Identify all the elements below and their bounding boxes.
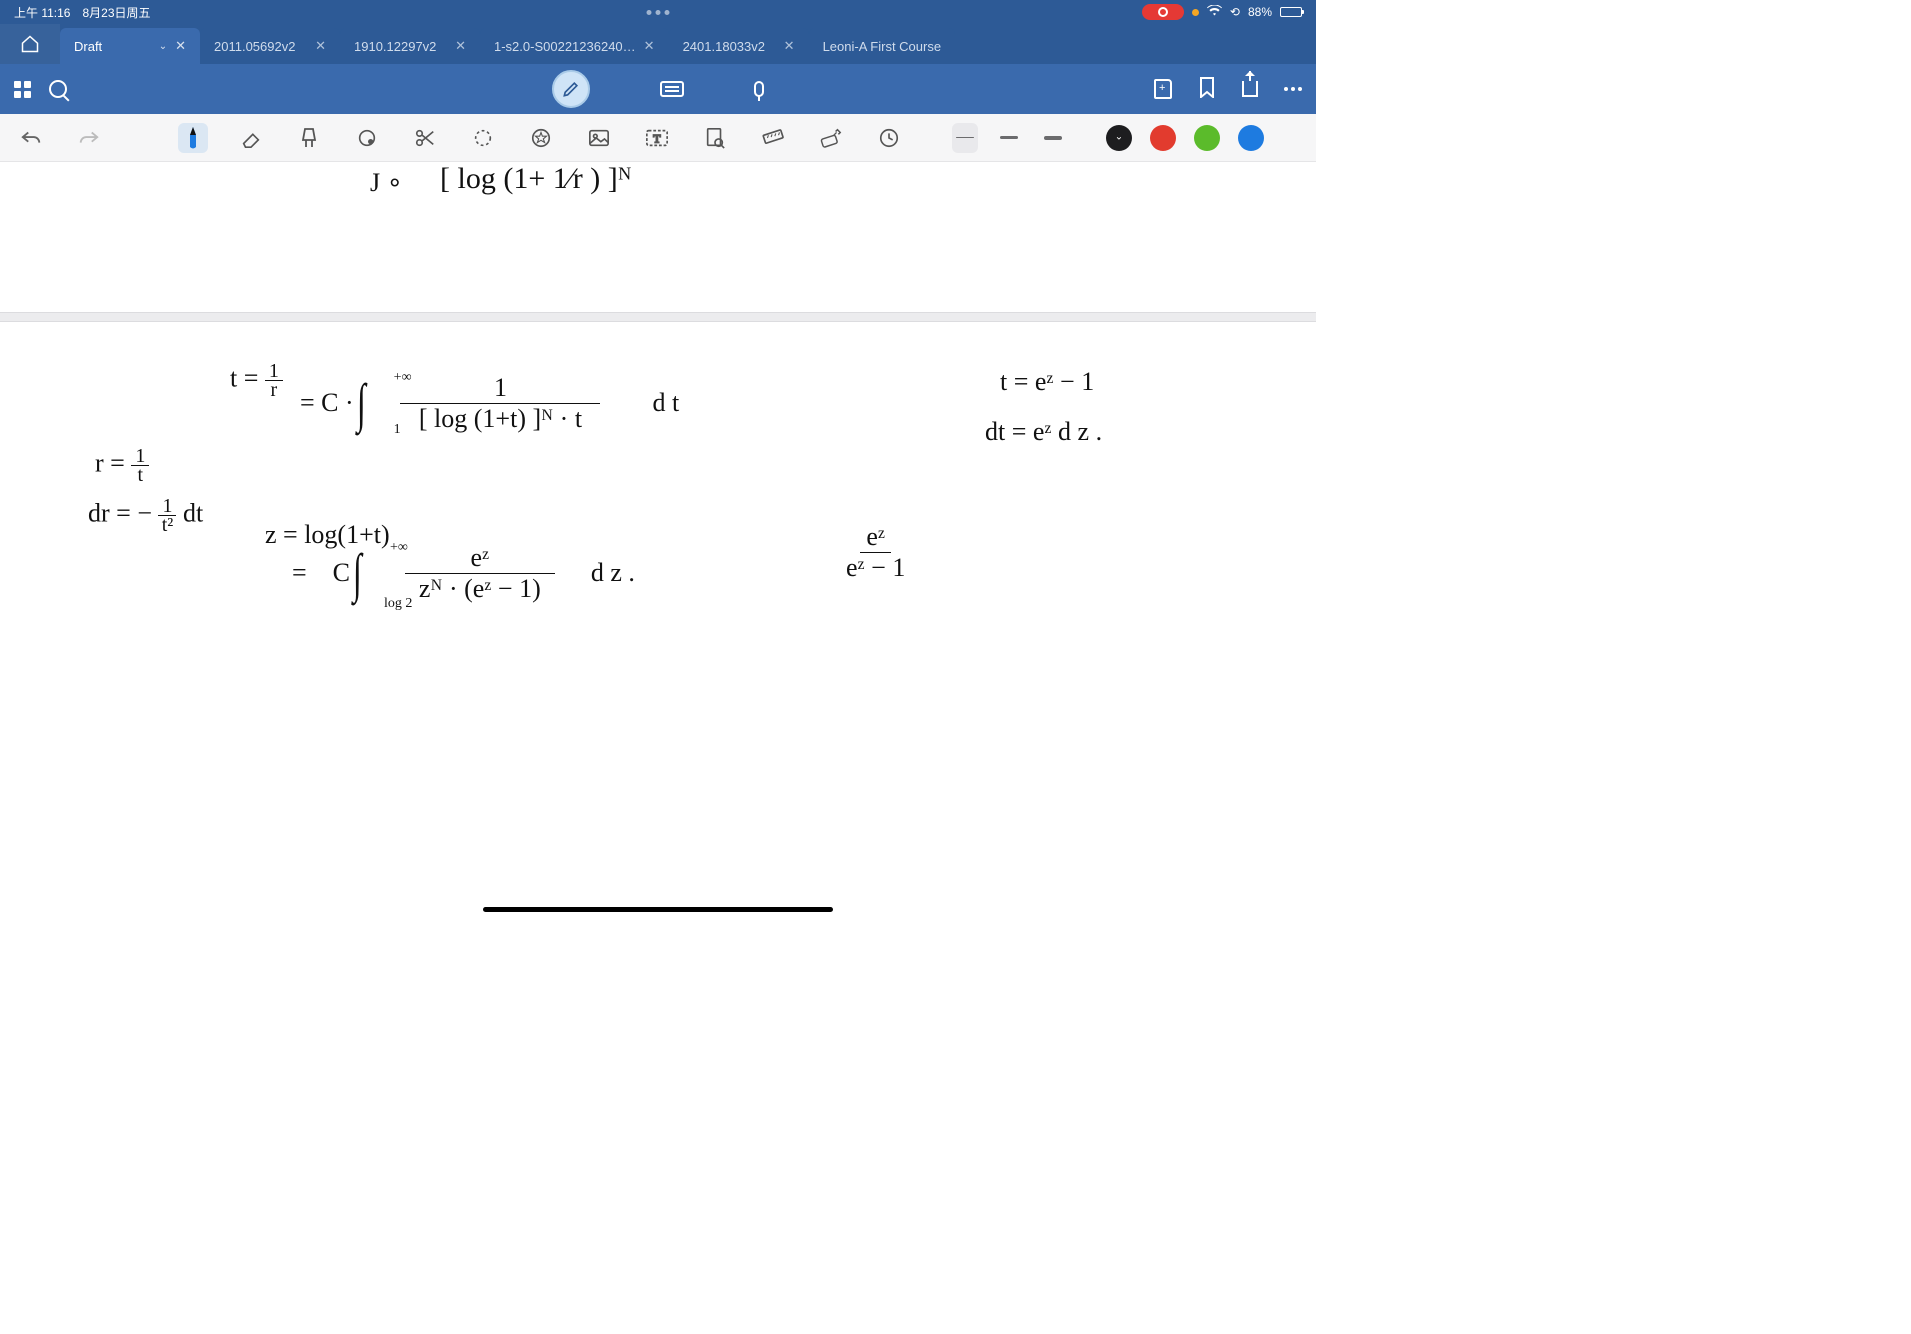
stroke-med[interactable] — [996, 123, 1022, 153]
rotation-lock-icon: ⟲ — [1230, 5, 1240, 19]
battery-pct: 88% — [1248, 5, 1272, 19]
location-indicator-icon — [1192, 9, 1199, 16]
close-tab-icon[interactable]: ✕ — [455, 38, 466, 54]
doc-tab[interactable]: 1-s2.0-S00221236240… ✕ — [480, 28, 669, 64]
tab-label: 1-s2.0-S00221236240… — [494, 39, 636, 54]
doc-tab[interactable]: 2011.05692v2 ✕ — [200, 28, 340, 64]
text-tool[interactable]: T — [642, 123, 672, 153]
bookmark-button[interactable] — [1198, 76, 1216, 103]
shape-tool[interactable] — [352, 123, 382, 153]
tab-label: 2401.18033v2 — [683, 39, 776, 54]
more-button[interactable] — [1284, 87, 1302, 91]
stroke-width-group — [952, 123, 1066, 153]
ruler-tool[interactable] — [758, 123, 788, 153]
handwriting-line: t = eᶻ − 1 — [1000, 367, 1094, 397]
add-page-button[interactable] — [1154, 79, 1172, 99]
color-red[interactable] — [1150, 125, 1176, 151]
pen-tool[interactable] — [178, 123, 208, 153]
image-tool[interactable] — [584, 123, 614, 153]
share-button[interactable] — [1242, 81, 1258, 97]
color-green[interactable] — [1194, 125, 1220, 151]
svg-text:T: T — [653, 131, 661, 145]
status-time: 上午 11:16 — [14, 4, 70, 21]
drawing-toolbar: T — [0, 114, 1316, 162]
handwriting-line: dt = eᶻ d z . — [985, 417, 1102, 447]
tab-label: Draft — [74, 39, 151, 54]
doc-tab[interactable]: Leoni-A First Course — [809, 28, 956, 64]
doc-tab[interactable]: Draft ⌄ ✕ — [60, 28, 200, 64]
handwriting-line: = C · ∫ +∞ 1 1 [ log (1+t) ]ᴺ · t d t — [300, 372, 679, 434]
thumbnails-button[interactable] — [14, 81, 31, 98]
home-button[interactable] — [0, 24, 60, 64]
draw-mode-button[interactable] — [552, 70, 590, 108]
stamp-tool[interactable] — [526, 123, 556, 153]
chevron-down-icon[interactable]: ⌄ — [159, 41, 167, 52]
highlighter-tool[interactable] — [294, 123, 324, 153]
lasso-tool[interactable] — [468, 123, 498, 153]
search-button[interactable] — [49, 80, 67, 98]
color-blue[interactable] — [1238, 125, 1264, 151]
note-canvas[interactable]: J ∘ [ log (1+ 1⁄r ) ]ᴺ t = 1r r = 1t dr … — [0, 162, 1316, 918]
handwriting-line: dr = − 1t² dt — [88, 497, 203, 534]
tab-label: 2011.05692v2 — [214, 39, 307, 54]
home-indicator[interactable] — [483, 907, 833, 912]
close-tab-icon[interactable]: ✕ — [175, 38, 186, 54]
undo-button[interactable] — [16, 123, 46, 153]
keyboard-button[interactable] — [660, 81, 684, 97]
screen-record-pill[interactable] — [1142, 4, 1184, 20]
handwriting-line: [ log (1+ 1⁄r ) ]ᴺ — [440, 162, 632, 196]
microphone-button[interactable] — [754, 81, 764, 97]
page-search-tool[interactable] — [700, 123, 730, 153]
page-separator — [0, 312, 1316, 322]
timer-tool[interactable] — [874, 123, 904, 153]
color-black[interactable] — [1106, 125, 1132, 151]
handwriting-line: J ∘ — [370, 168, 403, 198]
close-tab-icon[interactable]: ✕ — [784, 38, 795, 54]
scissors-tool[interactable] — [410, 123, 440, 153]
handwriting-line: = C ∫ +∞ log 2 eᶻ zᴺ · (eᶻ − 1) d z . — [292, 542, 635, 604]
handwriting-line: t = 1r — [230, 362, 283, 399]
redo-button[interactable] — [74, 123, 104, 153]
eraser-tool[interactable] — [236, 123, 266, 153]
link-tool[interactable] — [816, 123, 846, 153]
stroke-thick[interactable] — [1040, 123, 1066, 153]
handwriting-line: eᶻ eᶻ − 1 — [840, 522, 911, 583]
battery-icon — [1280, 7, 1302, 17]
close-tab-icon[interactable]: ✕ — [644, 38, 655, 54]
status-bar: 上午 11:16 8月23日周五 ⟲ 88% — [0, 0, 1316, 24]
color-group — [1106, 125, 1264, 151]
tab-label: 1910.12297v2 — [354, 39, 447, 54]
wifi-icon — [1207, 5, 1222, 19]
doc-tab[interactable]: 1910.12297v2 ✕ — [340, 28, 480, 64]
doc-tab[interactable]: 2401.18033v2 ✕ — [669, 28, 809, 64]
tab-label: Leoni-A First Course — [823, 39, 942, 54]
stroke-thin[interactable] — [952, 123, 978, 153]
close-tab-icon[interactable]: ✕ — [315, 38, 326, 54]
app-toolbar — [0, 64, 1316, 114]
tab-bar: Draft⌄✕2011.05692v2✕1910.12297v2✕1-s2.0-… — [0, 24, 1316, 64]
handwriting-line: r = 1t — [95, 447, 149, 484]
status-date: 8月23日周五 — [82, 4, 150, 21]
multitask-dots[interactable] — [647, 10, 670, 15]
